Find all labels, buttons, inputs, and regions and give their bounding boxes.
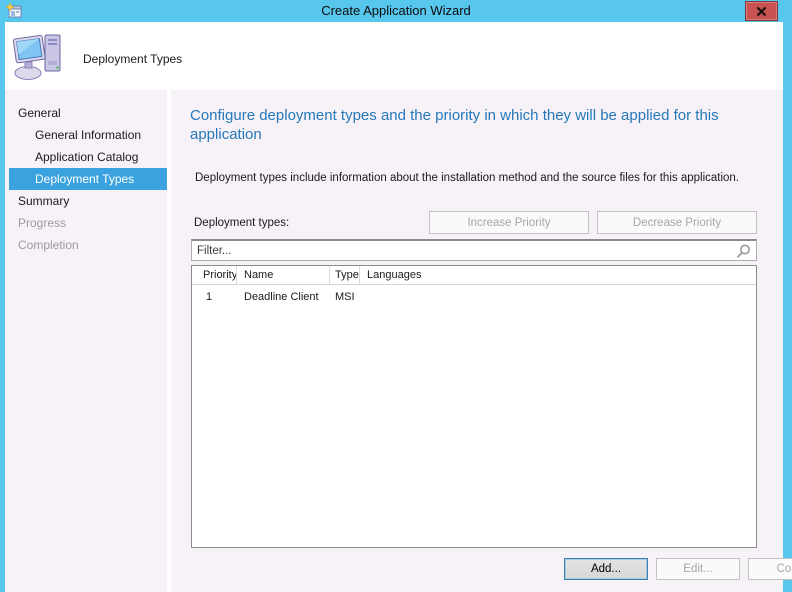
sidebar-item-completion: Completion bbox=[5, 234, 167, 256]
row-name: Deadline Client bbox=[237, 289, 330, 306]
deployment-types-table: Priority Name Type Languages 1 Deadline … bbox=[191, 265, 757, 548]
filter-box bbox=[191, 239, 757, 261]
search-magnifier-icon[interactable] bbox=[735, 243, 752, 263]
row-priority: 1 bbox=[192, 289, 237, 306]
titlebar[interactable]: Create Application Wizard bbox=[0, 0, 792, 22]
wizard-page-header: Deployment Types bbox=[5, 22, 783, 90]
column-header-type[interactable]: Type bbox=[330, 266, 360, 284]
row-type: MSI bbox=[330, 289, 360, 306]
window-title: Create Application Wizard bbox=[0, 3, 792, 18]
table-header-row: Priority Name Type Languages bbox=[192, 266, 756, 285]
table-row[interactable]: 1 Deadline Client MSI bbox=[192, 289, 756, 306]
sidebar-item-progress: Progress bbox=[5, 212, 167, 234]
add-button[interactable]: Add... bbox=[564, 558, 648, 580]
computer-icon bbox=[12, 31, 68, 84]
close-button[interactable] bbox=[745, 1, 778, 21]
row-languages bbox=[360, 289, 756, 306]
sidebar-item-application-catalog[interactable]: Application Catalog bbox=[5, 146, 167, 168]
deployment-types-label: Deployment types: bbox=[194, 217, 289, 229]
main-pane: Configure deployment types and the prior… bbox=[171, 90, 783, 592]
increase-priority-button[interactable]: Increase Priority bbox=[429, 211, 589, 234]
edit-button[interactable]: Edit... bbox=[656, 558, 740, 580]
decrease-priority-button[interactable]: Decrease Priority bbox=[597, 211, 757, 234]
copy-button[interactable]: Copy bbox=[748, 558, 792, 580]
page-description: Deployment types include information abo… bbox=[195, 172, 755, 184]
window-body: Deployment Types General General Informa… bbox=[5, 22, 783, 592]
sidebar-item-general[interactable]: General bbox=[5, 102, 167, 124]
page-heading: Configure deployment types and the prior… bbox=[190, 106, 770, 144]
create-application-wizard-window: Create Application Wizard bbox=[0, 0, 792, 592]
sidebar-item-general-information[interactable]: General Information bbox=[5, 124, 167, 146]
sidebar-item-deployment-types[interactable]: Deployment Types bbox=[9, 168, 167, 190]
sidebar-item-summary[interactable]: Summary bbox=[5, 190, 167, 212]
filter-input[interactable] bbox=[192, 241, 730, 260]
column-header-priority[interactable]: Priority bbox=[192, 266, 237, 284]
column-header-languages[interactable]: Languages bbox=[360, 266, 756, 284]
wizard-nav-sidebar: General General Information Application … bbox=[5, 90, 167, 592]
page-title: Deployment Types bbox=[83, 52, 182, 66]
column-header-name[interactable]: Name bbox=[237, 266, 330, 284]
close-x-icon bbox=[756, 6, 767, 17]
